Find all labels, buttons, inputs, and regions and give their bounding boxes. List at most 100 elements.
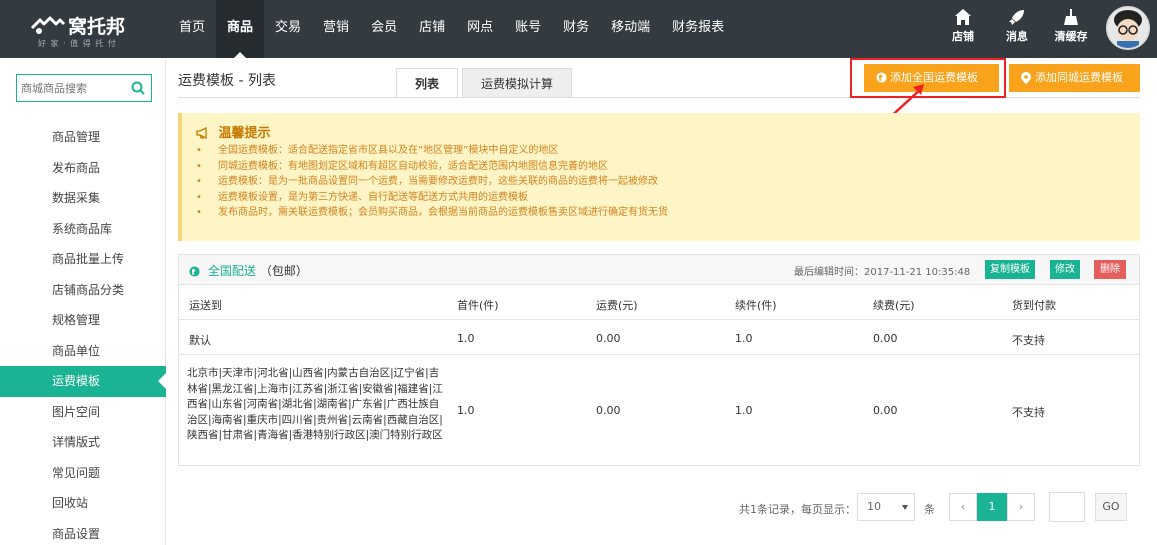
sidebar-item-store-category[interactable]: 店铺商品分类 xyxy=(0,275,166,306)
add-city-template-button[interactable]: 添加同城运费模板 xyxy=(1009,64,1140,92)
nav-item-trade[interactable]: 交易 xyxy=(264,0,312,58)
sidebar-item-data-collect[interactable]: 数据采集 xyxy=(0,183,166,214)
template-name: 全国配送 xyxy=(207,264,256,278)
shortcut-message[interactable]: 消息 xyxy=(992,8,1042,44)
cell-region: 北京市|天津市|河北省|山西省|内蒙古自治区|辽宁省|吉林省|黑龙江省|上海市|… xyxy=(187,367,443,441)
prev-page-button[interactable]: ‹ xyxy=(949,493,977,521)
notice-title: 温馨提示 xyxy=(196,122,271,141)
shortcut-store[interactable]: 店铺 xyxy=(938,8,988,44)
cell-extra-piece: 1.0 xyxy=(735,404,753,417)
top-shortcuts: 店铺 消息 清缓存 xyxy=(938,8,1100,44)
cell-extra-fee: 0.00 xyxy=(873,332,898,345)
column-header: 续费(元) xyxy=(873,299,915,312)
nav-item-finance[interactable]: 财务 xyxy=(552,0,600,58)
goto-page-input[interactable] xyxy=(1049,492,1085,522)
sidebar-item-faq[interactable]: 常见问题 xyxy=(0,458,166,489)
shortcut-store-label: 店铺 xyxy=(952,30,974,43)
sidebar-item-goods-manage[interactable]: 商品管理 xyxy=(0,122,166,153)
table-row: 默认 1.0 0.00 1.0 0.00 不支持 xyxy=(179,321,1139,355)
tab-list[interactable]: 列表 xyxy=(396,68,459,98)
next-page-button[interactable]: › xyxy=(1007,493,1035,521)
sidebar-item-image-space[interactable]: 图片空间 xyxy=(0,397,166,428)
cell-first-fee: 0.00 xyxy=(596,404,621,417)
go-button[interactable]: GO xyxy=(1095,493,1127,521)
tab-freight-simulate[interactable]: 运费模拟计算 xyxy=(462,68,573,98)
table-header: 运送到 首件(件) 运费(元) 续件(件) 续费(元) 货到付款 xyxy=(179,286,1139,320)
nav-item-marketing[interactable]: 营销 xyxy=(312,0,360,58)
nav-item-account[interactable]: 账号 xyxy=(504,0,552,58)
page-size-select[interactable]: 10 xyxy=(857,493,915,521)
template-header: 全国配送 （包邮） 最后编辑时间：2017-11-21 10:35:48 复制模板… xyxy=(179,255,1139,285)
page-number[interactable]: 1 xyxy=(977,493,1007,521)
shortcut-clear-cache-label: 清缓存 xyxy=(1054,30,1088,43)
brand-logo[interactable]: 窝托邦 好 家 · 值 得 托 付 xyxy=(30,10,150,48)
nav-item-home[interactable]: 首页 xyxy=(168,0,216,58)
goods-search-input[interactable] xyxy=(17,75,125,101)
nav-item-outlet[interactable]: 网点 xyxy=(456,0,504,58)
cell-region: 默认 xyxy=(189,334,211,347)
notice-list: 全国运费模板：适合配送指定省市区县以及在“地区管理”模块中自定义的地区 同城运费… xyxy=(196,143,668,221)
add-city-template-label: 添加同城运费模板 xyxy=(1035,71,1123,84)
sidebar-item-recycle-bin[interactable]: 回收站 xyxy=(0,488,166,519)
column-header: 运送到 xyxy=(189,299,222,312)
cell-first-fee: 0.00 xyxy=(596,332,621,345)
megaphone-icon xyxy=(196,126,207,140)
map-marker-icon xyxy=(1021,72,1031,84)
last-edit-time: 最后编辑时间：2017-11-21 10:35:48 xyxy=(794,267,971,278)
sidebar-item-publish-goods[interactable]: 发布商品 xyxy=(0,153,166,184)
cell-extra-fee: 0.00 xyxy=(873,404,898,417)
sidebar-search xyxy=(16,74,152,102)
logo-mark-icon xyxy=(30,16,66,34)
page-title: 运费模板 - 列表 xyxy=(178,73,276,89)
delete-template-button[interactable]: 删除 xyxy=(1094,260,1126,279)
tips-notice: 温馨提示 全国运费模板：适合配送指定省市区县以及在“地区管理”模块中自定义的地区… xyxy=(178,113,1140,241)
nav-item-store[interactable]: 店铺 xyxy=(408,0,456,58)
sidebar-item-spec-manage[interactable]: 规格管理 xyxy=(0,305,166,336)
nav-item-goods[interactable]: 商品 xyxy=(216,0,265,58)
top-bar: 窝托邦 好 家 · 值 得 托 付 首页 商品 交易 营销 会员 店铺 网点 账… xyxy=(0,0,1157,58)
globe-icon xyxy=(189,266,200,277)
freight-template-panel: 全国配送 （包邮） 最后编辑时间：2017-11-21 10:35:48 复制模板… xyxy=(178,254,1140,466)
column-header: 续件(件) xyxy=(735,299,777,312)
rocket-icon xyxy=(1009,10,1024,25)
avatar[interactable] xyxy=(1106,6,1150,50)
brand-slogan: 好 家 · 值 得 托 付 xyxy=(38,39,117,48)
column-header: 货到付款 xyxy=(1012,299,1056,312)
sidebar-item-batch-upload[interactable]: 商品批量上传 xyxy=(0,244,166,275)
main-nav: 首页 商品 交易 营销 会员 店铺 网点 账号 财务 移动端 财务报表 xyxy=(168,0,735,58)
template-title: 全国配送 （包邮） xyxy=(189,262,308,279)
edit-template-button[interactable]: 修改 xyxy=(1050,260,1080,279)
notice-item: 全国运费模板：适合配送指定省市区县以及在“地区管理”模块中自定义的地区 xyxy=(196,143,668,159)
nav-item-finance-report[interactable]: 财务报表 xyxy=(661,0,735,58)
avatar-face-icon xyxy=(1114,10,1142,48)
sidebar-item-freight-template[interactable]: 运费模板 xyxy=(0,366,166,397)
notice-item: 同城运费模板：有地图划定区域和有超区自动校验，适合配送范围内地图信息完善的地区 xyxy=(196,159,668,175)
sidebar-item-goods-settings[interactable]: 商品设置 xyxy=(0,519,166,545)
column-header: 运费(元) xyxy=(596,299,638,312)
sidebar-item-system-library[interactable]: 系统商品库 xyxy=(0,214,166,245)
sidebar-item-detail-layout[interactable]: 详情版式 xyxy=(0,427,166,458)
broom-icon xyxy=(1064,9,1078,25)
template-subtitle: （包邮） xyxy=(259,264,308,278)
nav-item-member[interactable]: 会员 xyxy=(360,0,408,58)
cell-first-piece: 1.0 xyxy=(457,404,475,417)
sidebar-item-goods-unit[interactable]: 商品单位 xyxy=(0,336,166,367)
column-header: 首件(件) xyxy=(457,299,499,312)
notice-title-text: 温馨提示 xyxy=(218,126,271,141)
cell-cod: 不支持 xyxy=(1012,334,1045,347)
home-icon xyxy=(955,9,971,25)
search-icon[interactable] xyxy=(131,81,145,95)
table-row: 北京市|天津市|河北省|山西省|内蒙古自治区|辽宁省|吉林省|黑龙江省|上海市|… xyxy=(179,356,1139,466)
shortcut-message-label: 消息 xyxy=(1006,30,1028,43)
sidebar-menu: 商品管理 发布商品 数据采集 系统商品库 商品批量上传 店铺商品分类 规格管理 … xyxy=(0,122,166,545)
brand-name: 窝托邦 xyxy=(68,16,126,38)
cell-first-piece: 1.0 xyxy=(457,332,475,345)
nav-item-mobile[interactable]: 移动端 xyxy=(600,0,661,58)
tab-bar: 列表 运费模拟计算 xyxy=(396,68,576,98)
shortcut-clear-cache[interactable]: 清缓存 xyxy=(1046,8,1096,44)
notice-item: 发布商品时，需关联运费模板；会员购买商品，会根据当前商品的运费模板售卖区域进行确… xyxy=(196,205,668,221)
cell-cod: 不支持 xyxy=(1012,406,1045,419)
copy-template-button[interactable]: 复制模板 xyxy=(985,260,1035,279)
pager-summary: 共1条记录，每页显示： xyxy=(739,503,856,516)
sidebar: 商品管理 发布商品 数据采集 系统商品库 商品批量上传 店铺商品分类 规格管理 … xyxy=(0,58,166,545)
